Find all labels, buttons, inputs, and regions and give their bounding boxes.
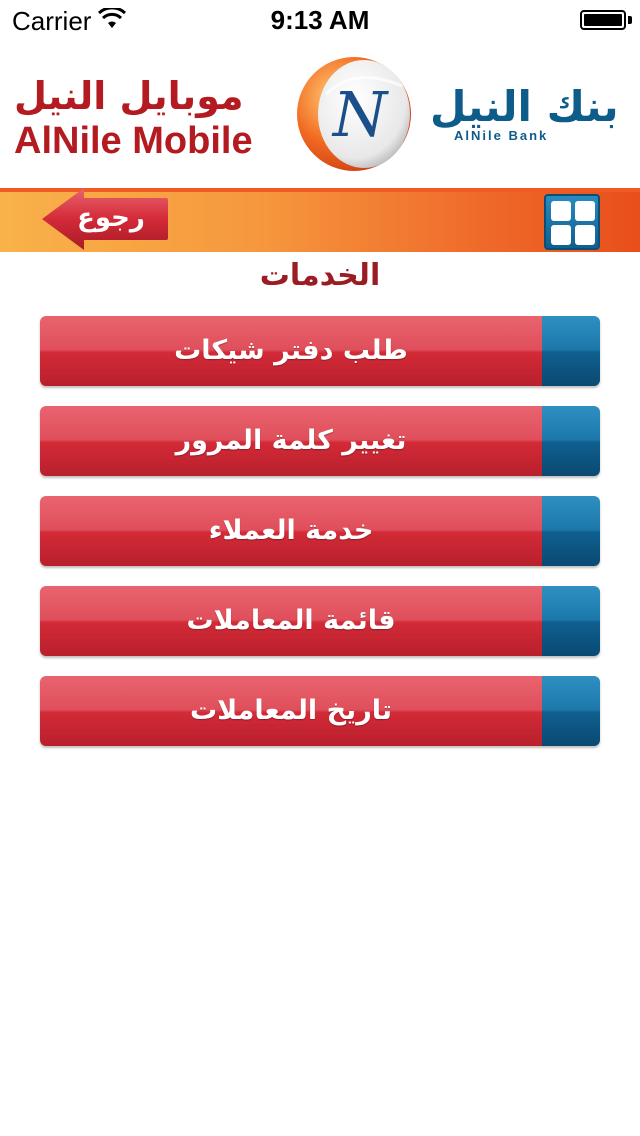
back-button-label: رجوع (77, 203, 145, 233)
bank-name-arabic: بنك النيل (430, 82, 619, 131)
button-tab (542, 406, 600, 476)
section-title: الخدمات (259, 258, 381, 293)
service-button-transactions-list[interactable]: قائمة المعاملات (40, 586, 600, 656)
grid-icon (551, 225, 571, 245)
service-button-label: تغيير كلمة المرور (175, 425, 407, 456)
bank-logo: N (297, 57, 411, 171)
service-button-customer-service[interactable]: خدمة العملاء (40, 496, 600, 566)
svg-text:N: N (331, 78, 390, 151)
status-time: 9:13 AM (270, 5, 370, 35)
service-button-checkbook[interactable]: طلب دفتر شيكات (40, 316, 600, 386)
button-tab (542, 586, 600, 656)
service-button-transactions-history[interactable]: تاريخ المعاملات (40, 676, 600, 746)
battery-icon (580, 10, 626, 30)
service-button-label: طلب دفتر شيكات (174, 335, 408, 366)
app-name-english: AlNile Mobile (14, 120, 253, 162)
app-name-arabic: موبايل النيل (14, 74, 244, 118)
battery-nub (628, 16, 632, 24)
status-bar: Carrier 9:13 AM (0, 0, 640, 40)
service-button-label: خدمة العملاء (208, 515, 374, 546)
menu-grid-button[interactable] (544, 194, 600, 250)
grid-icon (575, 225, 595, 245)
button-tab (542, 496, 600, 566)
grid-icon (551, 201, 571, 221)
service-button-change-password[interactable]: تغيير كلمة المرور (40, 406, 600, 476)
button-tab (542, 316, 600, 386)
bank-name-english: AlNile Bank (454, 128, 549, 143)
button-tab (542, 676, 600, 746)
service-button-label: تاريخ المعاملات (189, 695, 393, 726)
service-button-label: قائمة المعاملات (186, 605, 396, 636)
grid-icon (575, 201, 595, 221)
